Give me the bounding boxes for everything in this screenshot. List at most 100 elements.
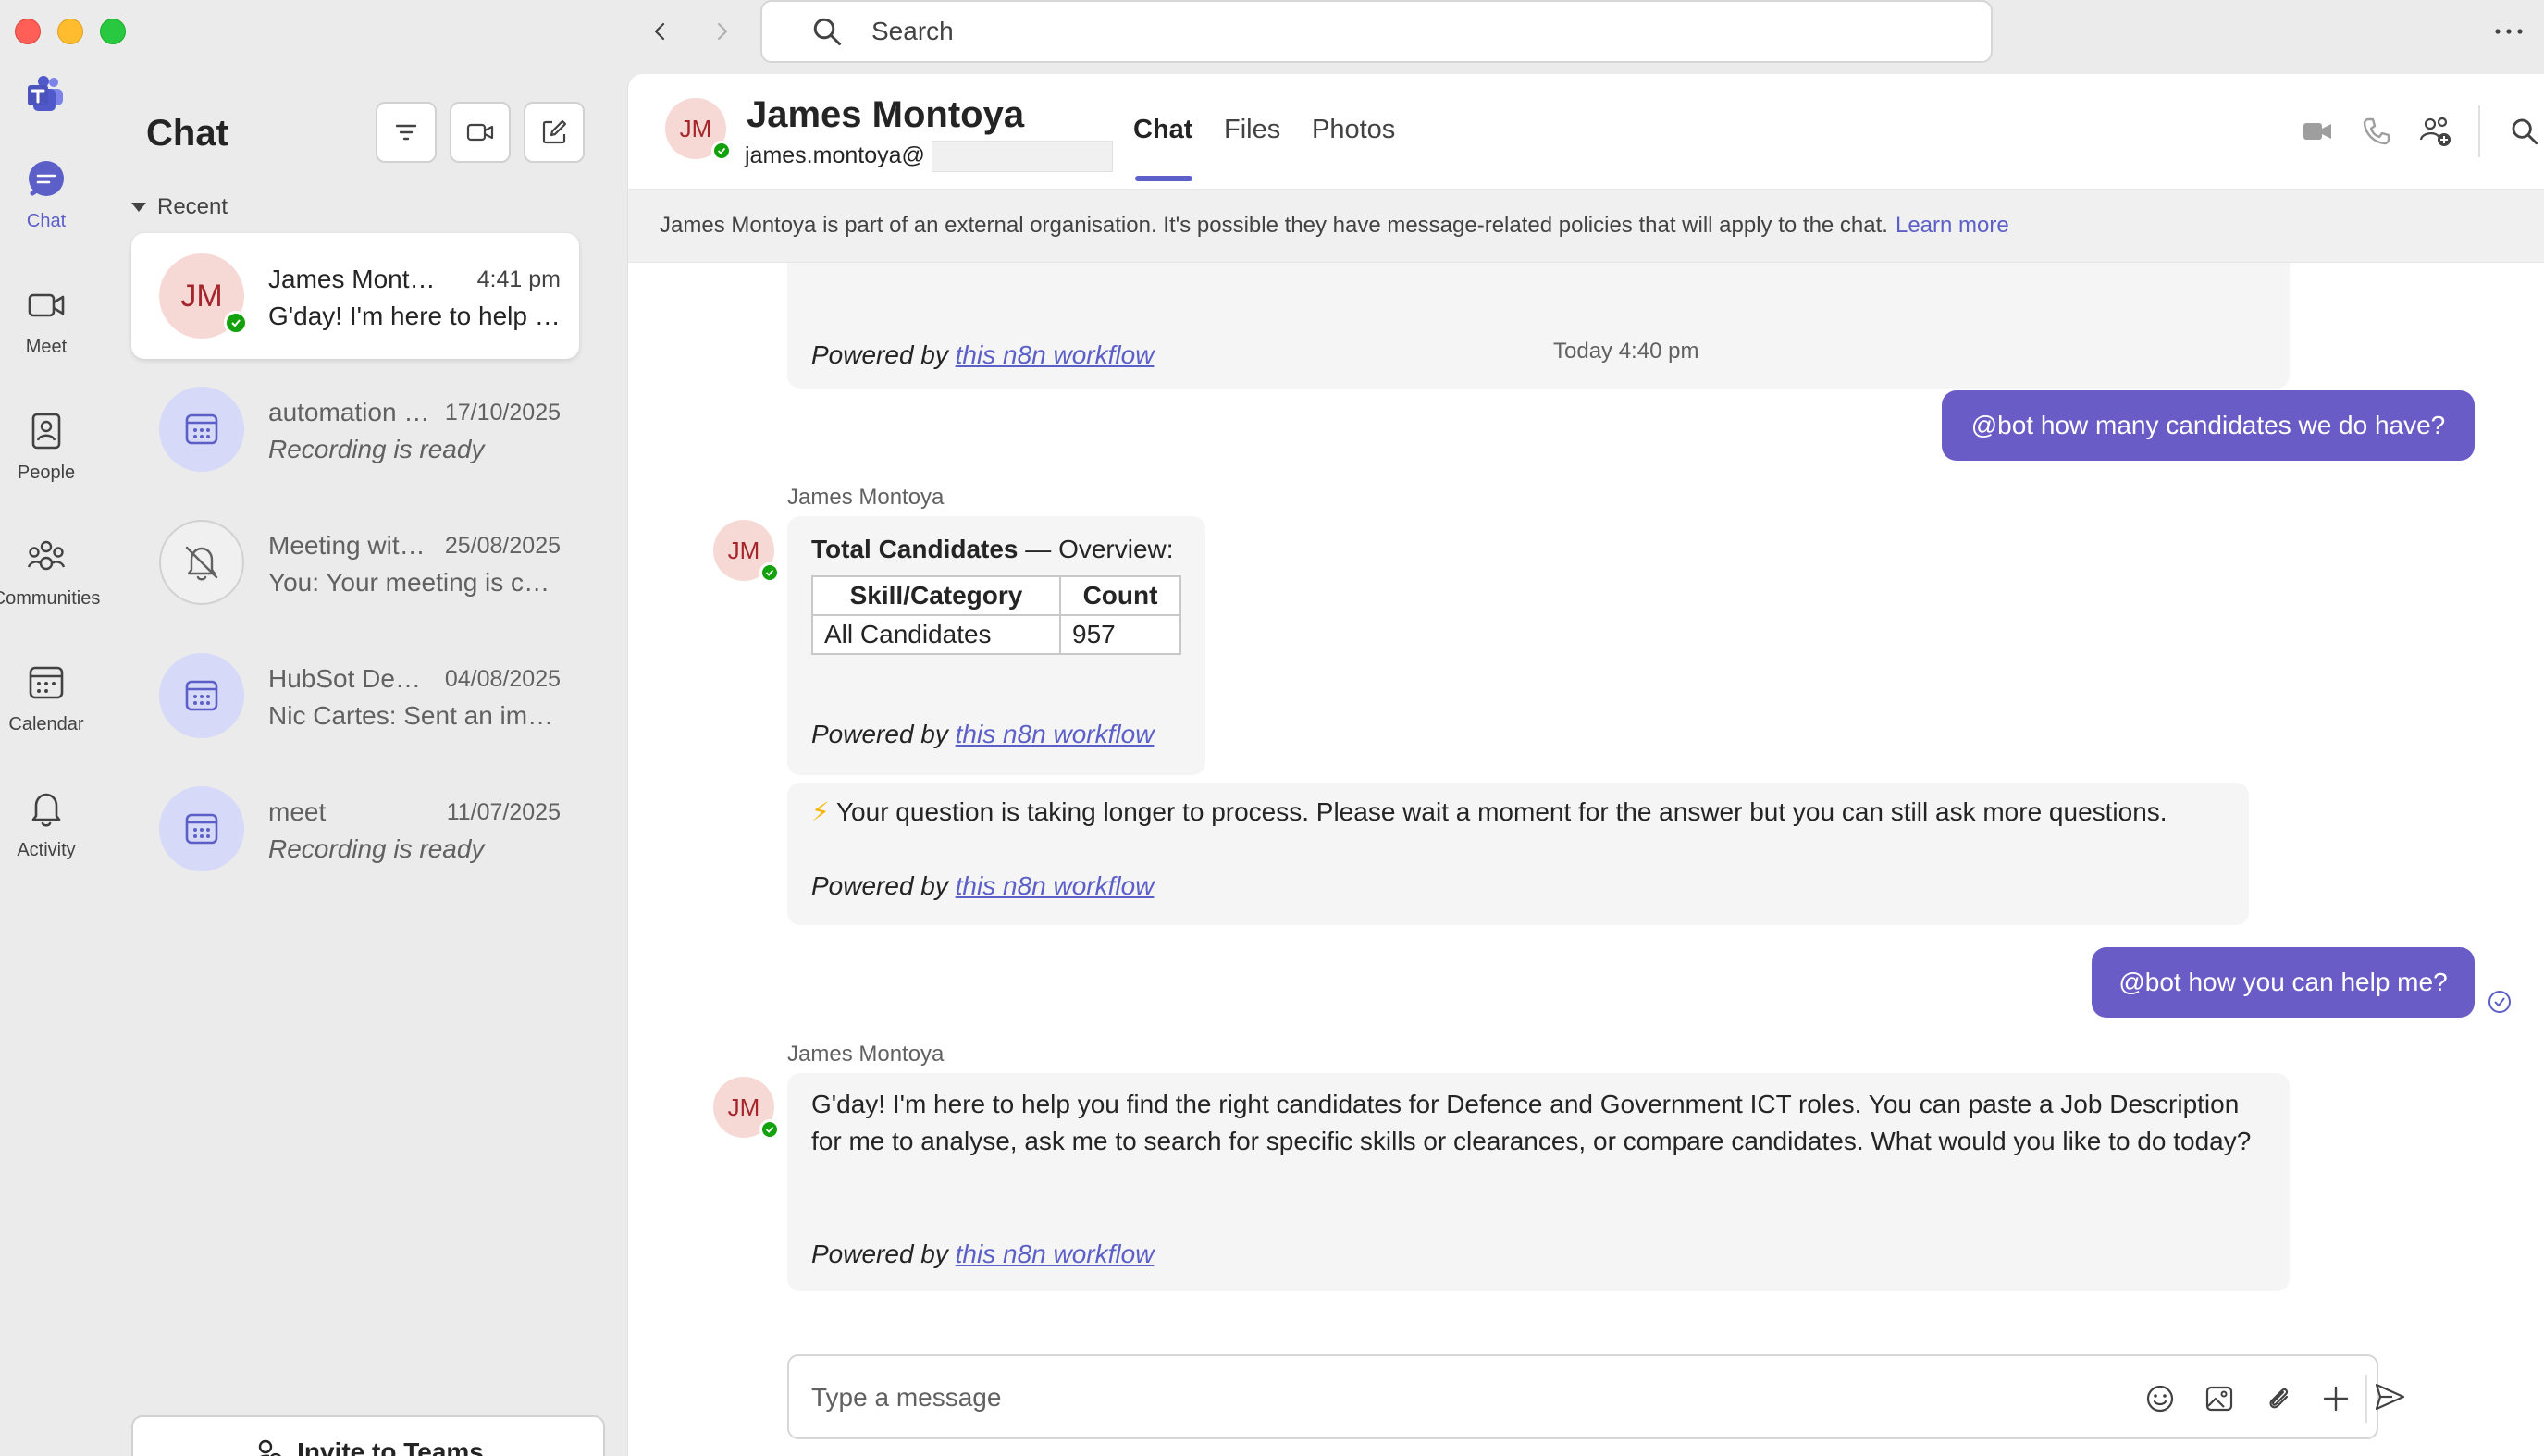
- app-rail: Chat Meet People Communities Calendar Ac…: [0, 65, 100, 1456]
- rail-meet[interactable]: Meet: [0, 283, 93, 394]
- search-icon: [2512, 118, 2538, 145]
- chevron-left-icon: [654, 22, 665, 41]
- filter-button[interactable]: [376, 102, 437, 163]
- forward-button[interactable]: [703, 13, 740, 50]
- caret-down-icon: [131, 203, 146, 212]
- minimize-window-button[interactable]: [57, 19, 83, 44]
- workflow-link[interactable]: this n8n workflow: [956, 720, 1155, 748]
- table-title: Total Candidates — Overview:: [811, 531, 1181, 568]
- rail-chat[interactable]: Chat: [0, 157, 93, 268]
- ellipsis-icon: [2495, 29, 2523, 34]
- back-button[interactable]: [642, 13, 679, 50]
- emoji-button[interactable]: [2140, 1378, 2180, 1419]
- search-input[interactable]: [871, 17, 1704, 46]
- workflow-link[interactable]: this n8n workflow: [956, 1240, 1155, 1268]
- audio-call-button[interactable]: [2356, 111, 2397, 152]
- composer-divider: [2365, 1375, 2367, 1423]
- rail-activity[interactable]: Activity: [0, 786, 93, 897]
- muted-avatar: [159, 520, 244, 605]
- rail-communities[interactable]: Communities: [0, 535, 100, 646]
- calendar-icon: [185, 813, 218, 845]
- chat-item-automation[interactable]: automation meeting 17/10/2025 Recording …: [131, 366, 579, 492]
- banner-text: James Montoya is part of an external org…: [660, 213, 1888, 238]
- chat-item-james-montoya[interactable]: JM James Montoya 4:41 pm G'day! I'm here…: [131, 233, 579, 359]
- chat-item-time: 4:41 pm: [476, 266, 561, 292]
- video-call-button[interactable]: [2297, 111, 2338, 152]
- avatar: JM: [713, 520, 780, 583]
- workflow-link[interactable]: this n8n workflow: [956, 871, 1155, 900]
- search-chat-button[interactable]: [2504, 111, 2544, 152]
- tab-files[interactable]: Files: [1224, 115, 1280, 145]
- header-contact-name: James Montoya: [747, 94, 1025, 135]
- read-receipt-icon: [2488, 991, 2511, 1013]
- chat-item-name: automation meeting: [268, 398, 435, 426]
- meeting-avatar: [159, 387, 244, 472]
- workflow-link[interactable]: this n8n workflow: [956, 340, 1155, 369]
- chat-item-meet[interactable]: meet 11/07/2025 Recording is ready: [131, 766, 579, 892]
- contact-book-icon: [24, 409, 68, 453]
- chat-main-panel: JM James Montoya james.montoya@ Chat Fil…: [627, 74, 2544, 1456]
- plus-icon: [2323, 1386, 2349, 1412]
- video-camera-icon: [466, 123, 494, 142]
- invite-to-teams-button[interactable]: Invite to Teams: [131, 1415, 605, 1456]
- rail-people[interactable]: People: [0, 409, 93, 520]
- header-avatar[interactable]: JM: [665, 98, 732, 161]
- powered-prefix: Powered by: [811, 871, 948, 900]
- message-composer: [787, 1354, 2378, 1439]
- search-bar[interactable]: [760, 0, 1993, 63]
- date-separator: Today 4:40 pm: [1553, 339, 1699, 364]
- recent-section-toggle[interactable]: Recent: [131, 194, 228, 220]
- bot-message-previous: Powered by this n8n workflow: [787, 263, 2290, 389]
- my-message[interactable]: @bot how you can help me?: [2092, 947, 2475, 1018]
- rail-label: Activity: [17, 840, 76, 860]
- teams-logo-icon: [28, 76, 63, 111]
- chat-item-preview: Recording is ready: [268, 834, 485, 863]
- table-cell: All Candidates: [811, 614, 1061, 655]
- phone-icon: [2363, 117, 2390, 145]
- tab-chat[interactable]: Chat: [1133, 115, 1192, 145]
- close-window-button[interactable]: [15, 19, 41, 44]
- presence-available-icon: [759, 562, 780, 583]
- chat-item-time: 25/08/2025: [444, 533, 561, 559]
- add-people-button[interactable]: [2415, 111, 2456, 152]
- meet-now-button[interactable]: [450, 102, 511, 163]
- my-message[interactable]: @bot how many candidates we do have?: [1942, 390, 2475, 461]
- message-input[interactable]: [811, 1378, 2088, 1417]
- meeting-avatar: [159, 653, 244, 738]
- rail-calendar[interactable]: Calendar: [0, 660, 93, 771]
- new-chat-button[interactable]: [524, 102, 585, 163]
- lightning-icon: ⚡: [811, 797, 830, 826]
- calendar-icon: [185, 413, 218, 445]
- bot-message-help: G'day! I'm here to help you find the rig…: [787, 1073, 2290, 1291]
- send-button[interactable]: [2369, 1376, 2410, 1417]
- communities-icon: [24, 535, 68, 579]
- tab-photos[interactable]: Photos: [1312, 115, 1395, 145]
- rail-label: Calendar: [8, 714, 84, 734]
- chat-item-time: 11/07/2025: [446, 799, 561, 825]
- more-actions-button[interactable]: [2316, 1378, 2356, 1419]
- image-button[interactable]: [2199, 1378, 2240, 1419]
- table-cell: 957: [1059, 614, 1181, 655]
- maximize-window-button[interactable]: [100, 19, 126, 44]
- avatar-initials: JM: [180, 278, 223, 314]
- chat-item-name: HubSot Demo: [268, 664, 426, 693]
- chat-item-meeting-with[interactable]: Meeting with the team 25/08/2025 You: Yo…: [131, 500, 579, 625]
- bot-message-waiting: ⚡ Your question is taking longer to proc…: [787, 783, 2249, 925]
- avatar-initials: JM: [727, 536, 760, 564]
- chat-item-preview: You: Your meeting is confirmed: [268, 568, 561, 597]
- invite-label: Invite to Teams: [297, 1437, 484, 1456]
- table-row: All Candidates 957: [811, 614, 1181, 655]
- rail-label: Chat: [26, 211, 67, 231]
- chat-item-name: Meeting with the team: [268, 531, 426, 560]
- chat-icon: [24, 157, 68, 202]
- attach-button[interactable]: [2258, 1378, 2299, 1419]
- avatar: JM: [159, 253, 248, 339]
- chat-item-hubsot[interactable]: HubSot Demo 04/08/2025 Nic Cartes: Sent …: [131, 633, 579, 759]
- people-add-icon: [2419, 117, 2451, 146]
- external-org-banner: James Montoya is part of an external org…: [628, 189, 2544, 263]
- video-camera-icon: [24, 283, 68, 327]
- filter-icon: [395, 124, 417, 141]
- table-title-bold: Total Candidates: [811, 535, 1019, 563]
- learn-more-link[interactable]: Learn more: [1896, 213, 2009, 239]
- more-options-button[interactable]: [2488, 13, 2529, 50]
